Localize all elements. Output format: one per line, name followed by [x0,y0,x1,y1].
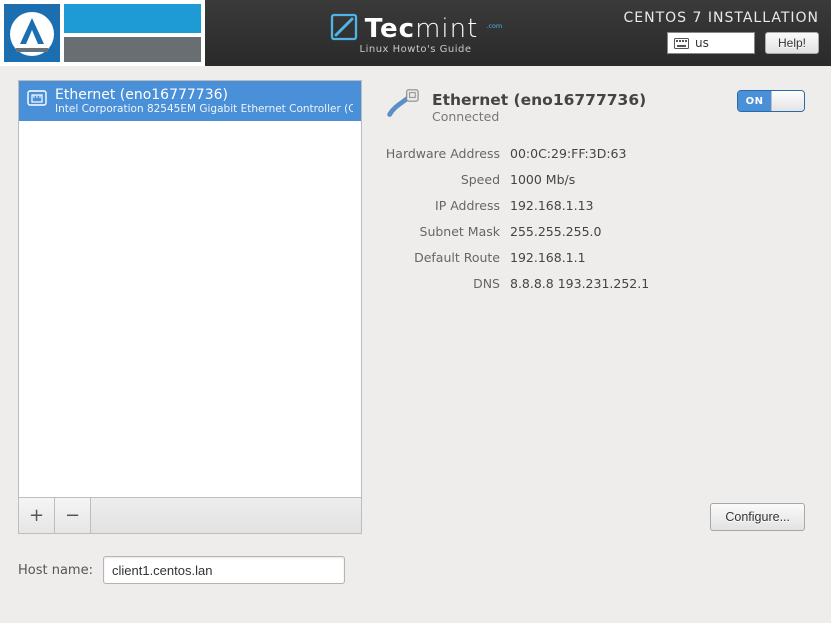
top-banner: Tecmint .com Linux Howto's Guide CENTOS … [0,0,831,66]
hardware-address-label: Hardware Address [382,146,500,161]
toggle-on-label: ON [738,91,771,111]
keyboard-icon [674,38,689,49]
remove-device-button[interactable]: − [55,498,91,533]
page-title: CENTOS 7 INSTALLATION [624,10,819,26]
help-button[interactable]: Help! [765,32,819,54]
device-list-item[interactable]: Ethernet (eno16777736) Intel Corporation… [19,81,361,121]
brand-tagline: Linux Howto's Guide [360,44,472,55]
tecmint-logo-icon [329,12,359,46]
overlay-logo-icon [4,4,60,62]
add-device-button[interactable]: + [19,498,55,533]
dns-value: 8.8.8.8 193.231.252.1 [510,276,712,291]
toggle-knob [771,91,804,111]
overlay-bar-bottom [64,37,201,62]
brand-dotcom: .com [486,23,502,30]
hostname-label: Host name: [18,563,93,578]
subnet-mask-label: Subnet Mask [382,224,500,239]
connection-title: Ethernet (eno16777736) [432,91,646,109]
hostname-input[interactable] [103,556,345,584]
subnet-mask-value: 255.255.255.0 [510,224,712,239]
ethernet-large-icon [382,86,420,128]
device-list-toolbar: + − [18,498,362,534]
overlay-bar-top [64,4,201,33]
corner-overlay-logo [0,0,205,66]
brand-name: Tecmint [365,14,479,44]
connection-detail-table: Hardware Address 00:0C:29:FF:3D:63 Speed… [382,146,712,291]
hardware-address-value: 00:0C:29:FF:3D:63 [510,146,712,161]
default-route-value: 192.168.1.1 [510,250,712,265]
speed-label: Speed [382,172,500,187]
dns-label: DNS [382,276,500,291]
ip-address-value: 192.168.1.13 [510,198,712,213]
device-description: Intel Corporation 82545EM Gigabit Ethern… [55,103,353,115]
default-route-label: Default Route [382,250,500,265]
connection-status: Connected [432,109,646,124]
keyboard-layout-selector[interactable]: us [667,32,755,54]
speed-value: 1000 Mb/s [510,172,712,187]
keyboard-layout-code: us [695,36,709,50]
ethernet-icon [27,88,47,108]
device-name: Ethernet (eno16777736) [55,87,353,103]
ip-address-label: IP Address [382,198,500,213]
network-device-list[interactable]: Ethernet (eno16777736) Intel Corporation… [18,80,362,498]
connection-toggle[interactable]: ON [737,90,805,112]
configure-button[interactable]: Configure... [710,503,805,531]
